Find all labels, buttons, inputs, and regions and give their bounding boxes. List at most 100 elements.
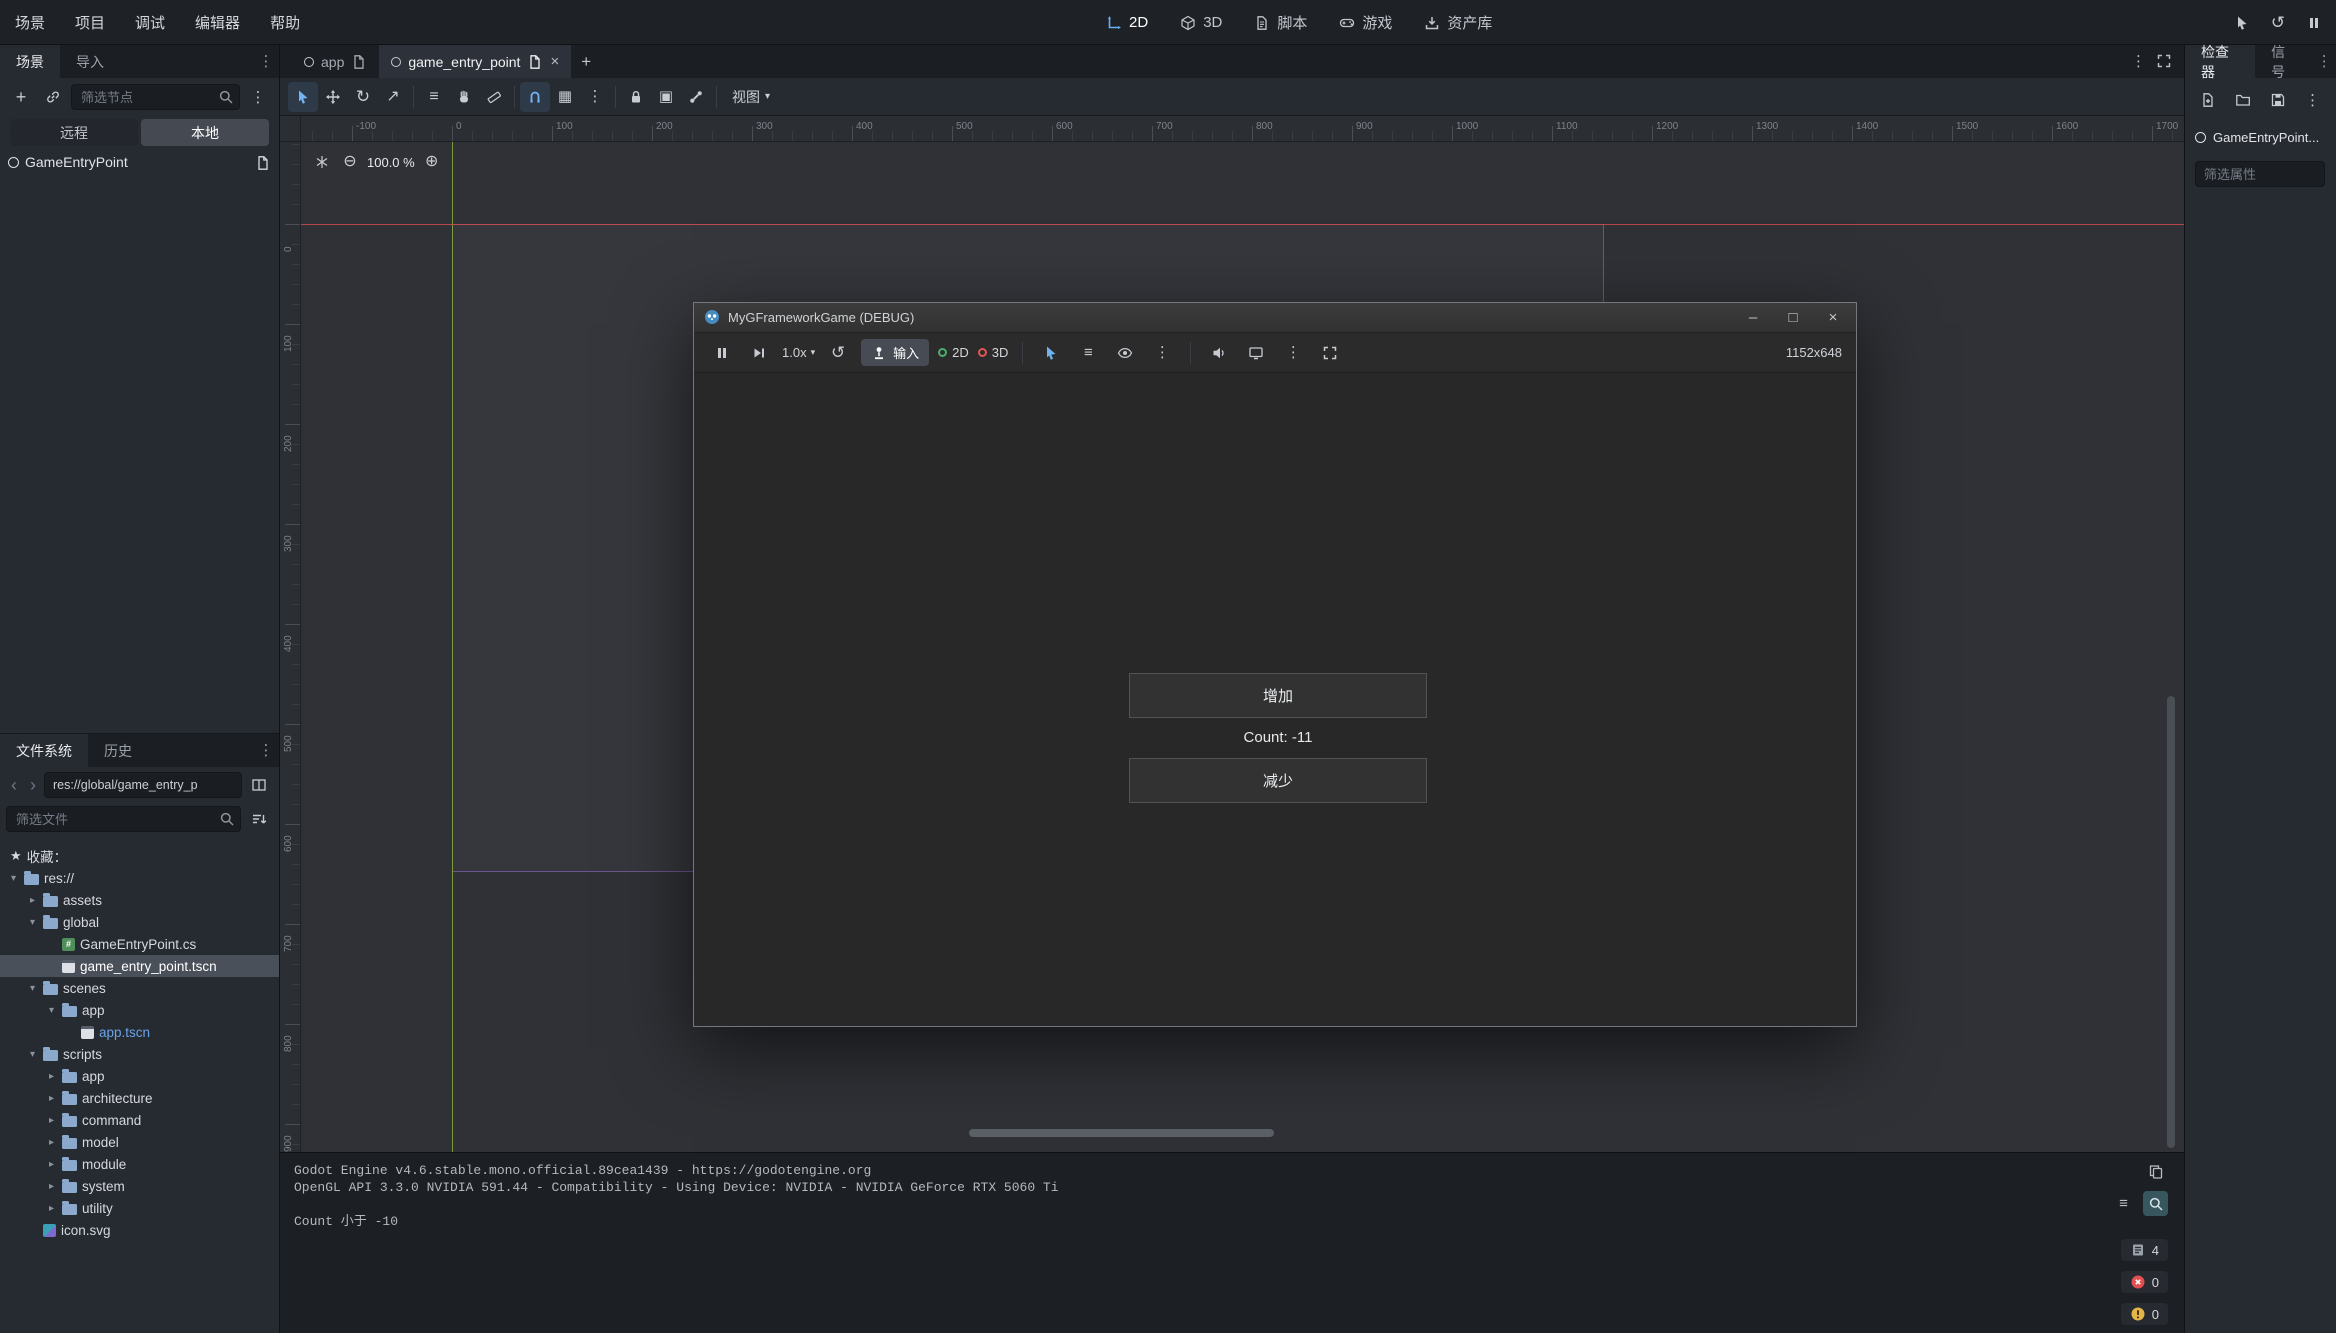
tab-history[interactable]: 历史 [88,734,148,767]
embed-options-icon[interactable] [1242,339,1270,367]
scene-tree-menu-icon[interactable]: ⋮ [244,83,272,111]
speed-dropdown[interactable]: 1.0x ▾ [782,345,815,360]
new-scene-tab-button[interactable]: + [571,45,601,78]
run-cursor-icon[interactable] [2228,9,2256,37]
scene-dock-menu-icon[interactable]: ⋮ [253,45,279,78]
update-spinner-icon[interactable] [311,151,333,173]
expand-arrow-icon[interactable]: ▸ [46,1115,57,1126]
smart-snap-tool-icon[interactable] [520,82,550,112]
filter-files-input[interactable] [6,806,241,832]
fs-item-app[interactable]: ▾ app [0,999,279,1021]
maximize-button[interactable]: □ [1780,307,1806,329]
fs-item-app[interactable]: ▸ app [0,1065,279,1087]
expand-arrow-icon[interactable]: ▾ [27,917,38,928]
mute-audio-icon[interactable] [1205,339,1233,367]
fs-item-app.tscn[interactable]: app.tscn [0,1021,279,1043]
edited-object-row[interactable]: GameEntryPoint... [2185,122,2336,153]
open-script-icon[interactable] [255,153,271,170]
pause-game-icon[interactable] [708,339,736,367]
camera-options-icon[interactable]: ⋮ [1148,339,1176,367]
expand-arrow-icon[interactable]: ▸ [46,1159,57,1170]
filter-nodes-input[interactable] [71,84,240,110]
fs-item-GameEntryPoint.cs[interactable]: # GameEntryPoint.cs [0,933,279,955]
view-menu-button[interactable]: 视图 ▾ [722,87,780,107]
tab-filesystem[interactable]: 文件系统 [0,734,88,767]
2d-camera-toggle[interactable]: 2D [938,345,969,360]
zoom-out-icon[interactable]: ⊖ [339,151,361,173]
instantiate-scene-button[interactable] [39,83,67,111]
fullscreen-icon[interactable] [1316,339,1344,367]
ruler-tool-icon[interactable] [479,82,509,112]
menu-project[interactable]: 项目 [60,0,120,45]
game-window-titlebar[interactable]: MyGFrameworkGame (DEBUG) – □ × [694,303,1856,333]
add-node-button[interactable]: + [7,83,35,111]
menu-scene[interactable]: 场景 [0,0,60,45]
inspector-menu-icon[interactable]: ⋮ [2312,45,2336,78]
message-counter[interactable]: 4 [2121,1239,2168,1261]
remote-button[interactable]: 远程 [10,119,138,146]
visibility-icon[interactable] [1111,339,1139,367]
fs-item-model[interactable]: ▸ model [0,1131,279,1153]
fs-item-global[interactable]: ▾ global [0,911,279,933]
expand-arrow-icon[interactable]: ▸ [46,1181,57,1192]
save-resource-icon[interactable] [2267,86,2290,114]
fs-item-module[interactable]: ▸ module [0,1153,279,1175]
search-output-icon[interactable] [2143,1191,2168,1216]
expand-arrow-icon[interactable]: ▸ [46,1203,57,1214]
fs-item-utility[interactable]: ▸ utility [0,1197,279,1219]
screen-2d[interactable]: 2D [1095,9,1159,36]
fs-item-architecture[interactable]: ▸ architecture [0,1087,279,1109]
local-button[interactable]: 本地 [141,119,269,146]
run-pause-icon[interactable] [2300,9,2328,37]
expand-arrow-icon[interactable]: ▾ [46,1005,57,1016]
screen-3d[interactable]: 3D [1169,9,1233,36]
close-button[interactable]: × [1820,307,1846,329]
game-select-tool-icon[interactable] [1037,339,1065,367]
node-list-icon[interactable]: ≡ [1074,339,1102,367]
menu-help[interactable]: 帮助 [255,0,315,45]
fs-item-assets[interactable]: ▸ assets [0,889,279,911]
pan-tool-icon[interactable] [449,82,479,112]
path-input[interactable] [44,772,242,798]
fs-item-scripts[interactable]: ▾ scripts [0,1043,279,1065]
expand-arrow-icon[interactable]: ▾ [27,1049,38,1060]
fs-item-command[interactable]: ▸ command [0,1109,279,1131]
screen-资产库[interactable]: 资产库 [1413,7,1503,38]
expand-arrow-icon[interactable]: ▸ [27,895,38,906]
expand-arrow-icon[interactable]: ▾ [8,873,19,884]
nav-forward-icon[interactable]: › [25,775,41,796]
minimize-button[interactable]: – [1740,307,1766,329]
favorites-row[interactable]: ★ 收藏： [0,845,279,867]
select-tool-icon[interactable] [288,82,318,112]
group-tool-icon[interactable]: ▣ [651,82,681,112]
fs-item-icon.svg[interactable]: icon.svg [0,1219,279,1241]
fs-item-scenes[interactable]: ▾ scenes [0,977,279,999]
list-select-tool-icon[interactable]: ≡ [419,82,449,112]
next-frame-icon[interactable] [745,339,773,367]
skeleton-tool-icon[interactable] [681,82,711,112]
decrease-button[interactable]: 减少 [1129,758,1427,803]
fs-item-system[interactable]: ▸ system [0,1175,279,1197]
lock-tool-icon[interactable] [621,82,651,112]
tab-inspector[interactable]: 检查器 [2185,45,2255,78]
warning-counter[interactable]: 0 [2121,1303,2168,1325]
filter-properties-input[interactable] [2195,161,2325,187]
new-resource-icon[interactable] [2197,86,2220,114]
scene-tab-game_entry_point[interactable]: game_entry_point × [379,45,571,78]
run-restart-icon[interactable]: ↺ [2264,9,2292,37]
close-tab-icon[interactable]: × [550,53,559,70]
sort-files-icon[interactable] [245,805,273,833]
horizontal-scrollbar[interactable] [969,1129,1274,1137]
3d-camera-toggle[interactable]: 3D [978,345,1009,360]
vertical-scrollbar[interactable] [2167,696,2175,1148]
reset-speed-icon[interactable]: ↺ [824,339,852,367]
zoom-level[interactable]: 100.0 % [367,155,415,170]
snap-options-tool-icon[interactable]: ⋮ [580,82,610,112]
increase-button[interactable]: 增加 [1129,673,1427,718]
scene-tab-app[interactable]: app [292,45,379,78]
tab-import[interactable]: 导入 [60,45,120,78]
more-options-icon[interactable]: ⋮ [1279,339,1307,367]
grid-snap-tool-icon[interactable]: ▦ [550,82,580,112]
fs-item-game_entry_point.tscn[interactable]: game_entry_point.tscn [0,955,279,977]
filesystem-menu-icon[interactable]: ⋮ [253,734,279,767]
